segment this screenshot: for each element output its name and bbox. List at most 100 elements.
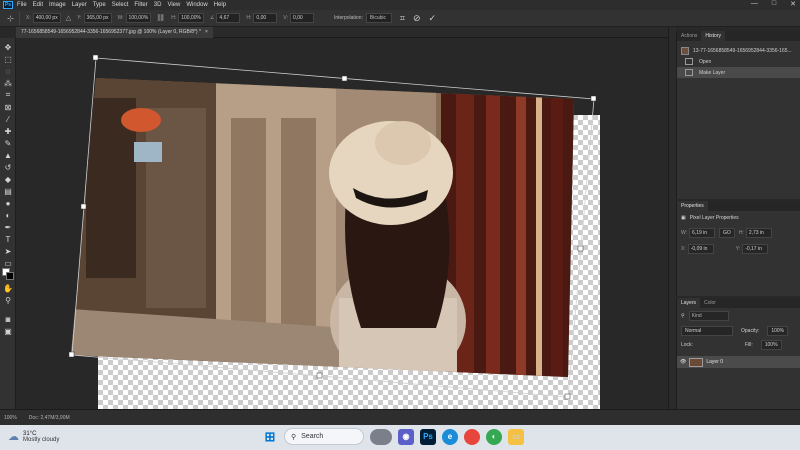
- pen-tool-icon[interactable]: ✒: [2, 222, 14, 232]
- maximize-button[interactable]: □: [772, 0, 776, 8]
- menu-filter[interactable]: Filter: [134, 2, 147, 8]
- transform-handle-bottom-left[interactable]: [68, 351, 75, 358]
- layer-kind-filter[interactable]: Kind: [688, 311, 729, 321]
- chrome-icon[interactable]: [464, 428, 480, 445]
- menu-layer[interactable]: Layer: [72, 2, 87, 8]
- history-snapshot[interactable]: 13-77-1656858549-1656952844-3356-165...: [677, 45, 800, 56]
- blend-mode-select[interactable]: Normal: [681, 326, 733, 336]
- link-dimensions-icon[interactable]: GO: [719, 228, 735, 238]
- windows-start-icon[interactable]: ⊞: [262, 429, 278, 445]
- tab-properties[interactable]: Properties: [677, 201, 708, 211]
- teams-icon[interactable]: ◉: [398, 428, 414, 445]
- transform-handle-left[interactable]: [80, 203, 87, 210]
- brush-tool-icon[interactable]: ✎: [2, 138, 14, 148]
- edge-icon[interactable]: e: [442, 428, 458, 445]
- transform-handle-top-right[interactable]: [590, 95, 597, 102]
- type-tool-icon[interactable]: T: [2, 234, 14, 244]
- quick-select-tool-icon[interactable]: ⁂: [2, 78, 14, 88]
- tab-history[interactable]: History: [701, 31, 725, 41]
- photoshop-logo[interactable]: Ps: [3, 1, 13, 9]
- menu-view[interactable]: View: [167, 2, 180, 8]
- relative-position-icon[interactable]: △: [66, 14, 71, 22]
- document-tab[interactable]: 77-1656858549-1656952844-3356-1656952377…: [16, 27, 213, 38]
- angle-input[interactable]: 4,67: [216, 13, 241, 23]
- properties-panel-tabs: Properties: [677, 201, 800, 211]
- transformed-layer-image[interactable]: [16, 38, 668, 409]
- history-brush-icon[interactable]: ↺: [2, 162, 14, 172]
- marquee-tool-icon[interactable]: ⬚: [2, 54, 14, 64]
- stamp-tool-icon[interactable]: ▲: [2, 150, 14, 160]
- cancel-transform-icon[interactable]: ⊘: [413, 13, 421, 24]
- menu-image[interactable]: Image: [49, 2, 66, 8]
- menu-edit[interactable]: Edit: [33, 2, 43, 8]
- prop-x-input[interactable]: -0,09 in: [687, 244, 714, 254]
- move-tool-icon[interactable]: ✥: [2, 42, 14, 52]
- chrome-profile-icon[interactable]: ◐: [486, 428, 502, 445]
- gradient-tool-icon[interactable]: ▤: [2, 186, 14, 196]
- tools-panel: ✥ ⬚ ◌ ⁂ ⌗ ⊠ ⁄ ✚ ✎ ▲ ↺ ◆ ▤ ● ◐ ✒ T ➤ ▭ ✋ …: [0, 38, 16, 409]
- x-input[interactable]: 400,00 px: [32, 13, 61, 23]
- v-skew-input[interactable]: 0,00: [289, 13, 314, 23]
- dodge-tool-icon[interactable]: ◐: [2, 210, 14, 220]
- height-input[interactable]: 100,00%: [178, 13, 204, 23]
- document-info[interactable]: Doc: 2,47M/3,90M: [29, 415, 70, 421]
- menu-type[interactable]: Type: [93, 2, 106, 8]
- close-tab-icon[interactable]: ×: [205, 27, 208, 38]
- menu-select[interactable]: Select: [112, 2, 129, 8]
- h-skew-input[interactable]: 0,00: [253, 13, 278, 23]
- transform-handle-bottom[interactable]: [316, 372, 323, 379]
- transform-handle-top[interactable]: [341, 75, 348, 82]
- close-button[interactable]: ✕: [790, 0, 796, 8]
- shape-tool-icon[interactable]: ▭: [2, 258, 14, 268]
- background-color-swatch[interactable]: [6, 272, 14, 280]
- angle-field: ∠ 4,67: [210, 13, 241, 23]
- eraser-tool-icon[interactable]: ◆: [2, 174, 14, 184]
- menu-file[interactable]: File: [17, 2, 27, 8]
- frame-tool-icon[interactable]: ⊠: [2, 102, 14, 112]
- tab-actions[interactable]: Actions: [677, 31, 701, 41]
- history-item-open[interactable]: Open: [677, 56, 800, 67]
- minimize-button[interactable]: —: [751, 0, 758, 8]
- prop-y-input[interactable]: -0,17 in: [742, 244, 769, 254]
- lasso-tool-icon[interactable]: ◌: [2, 66, 14, 76]
- layer-row[interactable]: 👁 Layer 0: [677, 356, 800, 368]
- prop-height-input[interactable]: 2,73 in: [745, 228, 772, 238]
- width-input[interactable]: 100,00%: [125, 13, 152, 23]
- fill-input[interactable]: 100%: [760, 340, 782, 350]
- canvas-area[interactable]: [16, 38, 668, 416]
- hand-tool-icon[interactable]: ✋: [2, 283, 14, 293]
- photoshop-taskbar-icon[interactable]: Ps: [420, 428, 436, 445]
- taskbar-search[interactable]: ⚲ Search: [284, 428, 364, 445]
- zoom-level[interactable]: 100%: [4, 415, 17, 421]
- screen-mode-icon[interactable]: ▣: [2, 326, 14, 336]
- crop-tool-icon[interactable]: ⌗: [2, 90, 14, 100]
- file-explorer-icon[interactable]: ▭: [508, 428, 524, 445]
- transform-handle-bottom-right[interactable]: [564, 393, 571, 400]
- transform-tool-icon[interactable]: ⊹: [2, 11, 20, 25]
- menu-help[interactable]: Help: [214, 2, 226, 8]
- tab-layers[interactable]: Layers: [677, 298, 701, 308]
- menu-window[interactable]: Window: [186, 2, 207, 8]
- transform-handle-right[interactable]: [577, 245, 584, 252]
- interpolation-select[interactable]: Bicubic: [365, 13, 392, 23]
- layer-name[interactable]: Layer 0: [706, 359, 723, 365]
- opacity-input[interactable]: 100%: [767, 326, 789, 336]
- history-item-make-layer[interactable]: Make Layer: [677, 67, 800, 78]
- warp-icon[interactable]: ⌗: [400, 13, 405, 24]
- commit-transform-icon[interactable]: ✓: [429, 13, 437, 24]
- visibility-eye-icon[interactable]: 👁: [680, 359, 686, 365]
- eyedropper-tool-icon[interactable]: ⁄: [2, 114, 14, 124]
- y-input[interactable]: 365,00 px: [83, 13, 112, 23]
- prop-width-input[interactable]: 6,19 in: [689, 228, 716, 238]
- path-select-tool-icon[interactable]: ➤: [2, 246, 14, 256]
- quick-mask-icon[interactable]: ◙: [2, 314, 14, 324]
- menu-3d[interactable]: 3D: [154, 2, 162, 8]
- transform-handle-top-left[interactable]: [92, 54, 99, 61]
- widgets-icon[interactable]: [370, 428, 392, 445]
- blur-tool-icon[interactable]: ●: [2, 198, 14, 208]
- zoom-tool-icon[interactable]: ⚲: [2, 295, 14, 305]
- tab-color[interactable]: Color: [700, 298, 720, 308]
- weather-widget[interactable]: ☁ 31°C Mostly cloudy: [8, 430, 59, 444]
- link-icon[interactable]: ⛓: [156, 14, 165, 22]
- healing-brush-icon[interactable]: ✚: [2, 126, 14, 136]
